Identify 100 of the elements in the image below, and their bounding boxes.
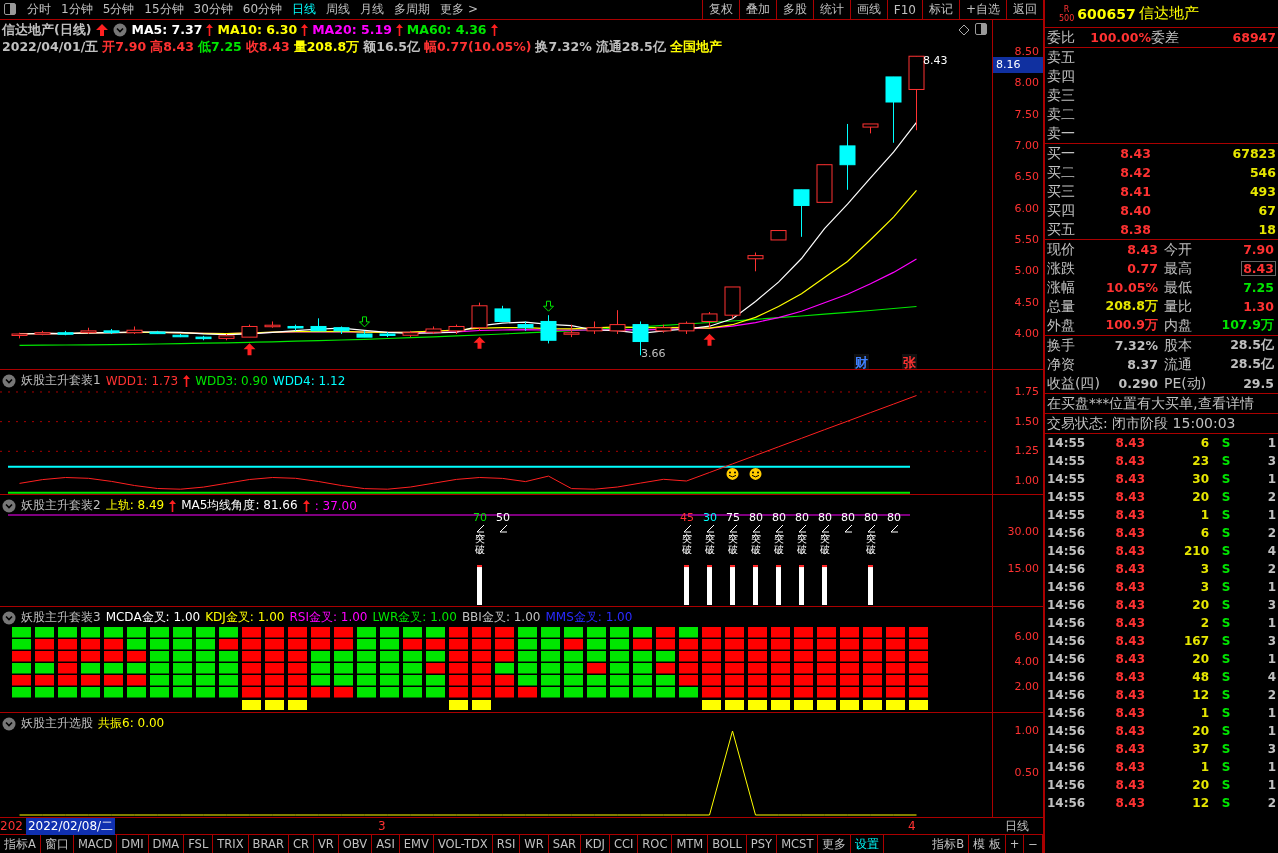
diamond-icon[interactable] [958,24,971,36]
period-tab[interactable]: 更多 > [435,0,483,19]
indicator-title: 妖股主升套装1 [21,372,101,389]
tick-count: 3 [1266,598,1277,612]
period-tab[interactable]: 分时 [22,0,56,19]
toolbar-button[interactable]: +自选 [958,0,1006,19]
tick-price: 8.43 [1114,688,1145,702]
indicator-value: WDD3: 0.90 [195,373,268,388]
candlestick [885,76,902,144]
axis-tick-label: 1.25 [1014,443,1039,460]
candlestick [80,327,97,335]
chevron-down-icon[interactable] [113,22,128,37]
tick-count: 1 [1266,652,1277,666]
panel-toggle-icon[interactable] [975,23,988,35]
toolbar-button[interactable]: F10 [886,0,922,19]
toolbar-button[interactable]: 复权 [701,0,739,19]
tick-time: 14:55 [1046,472,1087,486]
tick-price: 8.43 [1114,454,1145,468]
indicator-value: RSI金叉: 1.00 [289,609,368,626]
angle-mark-icon [843,524,853,533]
tick-side: S [1220,670,1232,684]
quote-item: 开7.90 [102,38,147,55]
chevron-down-icon[interactable] [2,498,16,513]
tick-time: 14:56 [1046,706,1087,720]
tick-time: 14:56 [1046,724,1087,738]
tick-time: 14:56 [1046,796,1087,810]
chevron-down-icon[interactable] [2,373,16,388]
event-marker[interactable]: 张 [902,354,917,369]
panel-toggle-icon[interactable] [4,3,16,15]
candlestick [747,252,764,272]
toolbar-button[interactable]: 返回 [1006,0,1043,19]
period-tab[interactable]: 1分钟 [56,0,98,19]
candlestick [218,333,235,341]
candlestick [356,330,373,338]
tick-side: S [1220,562,1232,576]
period-tab[interactable]: 周线 [321,0,356,19]
bid-price: 8.42 [1119,165,1151,180]
tick-price: 8.43 [1114,598,1145,612]
notice-link[interactable]: 在买盘***位置有大买单,查看详情 [1047,394,1254,413]
candlestick [379,331,396,338]
angle-mark-icon [498,524,508,533]
indicator-value: 共振6: 0.00 [98,715,165,732]
toolbar-button[interactable]: 多股 [775,0,813,19]
tick-price: 8.43 [1114,436,1145,450]
period-tab[interactable]: 日线 [287,0,322,19]
tick-time: 14:56 [1046,778,1087,792]
tick-volume: 20 [1191,652,1209,666]
stock-name: 信达地产 [1138,4,1199,23]
tick-price: 8.43 [1114,796,1145,810]
period-tab[interactable]: 月线 [355,0,390,19]
signal-value: 80 [841,512,855,524]
tick-count: 3 [1266,454,1277,468]
signal-value: 80 [795,512,809,524]
field-value: 28.5亿 [1229,337,1275,354]
tick-count: 2 [1266,796,1277,810]
tick-price: 8.43 [1114,670,1145,684]
signal-value: 45 [680,512,694,524]
tick-side: S [1220,688,1232,702]
candlestick [287,324,304,332]
field-label: 涨幅 [1047,278,1075,297]
axis-tick-label: 8.00 [1014,75,1039,92]
axis-tick-label: 1.00 [1014,723,1039,739]
indicator-value: KDJ金叉: 1.00 [205,609,285,626]
tick-time: 14:55 [1046,490,1087,504]
axis-tick-label: 1.75 [1014,383,1039,400]
signal-value: 80 [864,512,878,524]
sell-arrow-icon [359,316,370,328]
period-tab[interactable]: 30分钟 [188,0,238,19]
breakout-label: 突破 [820,533,830,555]
toolbar-button[interactable]: 标记 [921,0,959,19]
field-value: 7.25 [1242,280,1275,295]
tick-side: S [1220,544,1232,558]
tick-side: S [1220,508,1232,522]
axis-tick-label: 1.50 [1014,413,1039,430]
angle-mark-icon [475,524,485,533]
candlestick [195,335,212,341]
tick-time: 14:56 [1046,526,1087,540]
tick-volume: 3 [1199,562,1209,576]
field-value: 100.00% [1089,30,1151,45]
breakout-label: 突破 [866,533,876,555]
tick-count: 2 [1266,562,1277,576]
toolbar-button[interactable]: 画线 [849,0,887,19]
event-marker[interactable]: 财 [854,354,869,369]
candlestick [724,286,741,319]
low-price-label: 3.66 [641,347,666,360]
period-tab[interactable]: 5分钟 [97,0,140,19]
candlestick [586,320,603,335]
field-value: 10.05% [1104,280,1159,295]
signal-value: 80 [818,512,832,524]
period-tab[interactable]: 多周期 [389,0,436,19]
field-value: 0.290 [1117,376,1159,391]
period-tab[interactable]: 60分钟 [237,0,288,19]
period-tab[interactable]: 15分钟 [139,0,189,19]
indicator-value: BBI金叉: 1.00 [461,609,541,626]
chevron-down-icon[interactable] [2,716,16,731]
chevron-down-icon[interactable] [2,610,16,625]
toolbar-button[interactable]: 统计 [812,0,850,19]
field-label: 总量 [1047,297,1075,316]
toolbar-button[interactable]: 叠加 [738,0,776,19]
tick-price: 8.43 [1114,760,1145,774]
